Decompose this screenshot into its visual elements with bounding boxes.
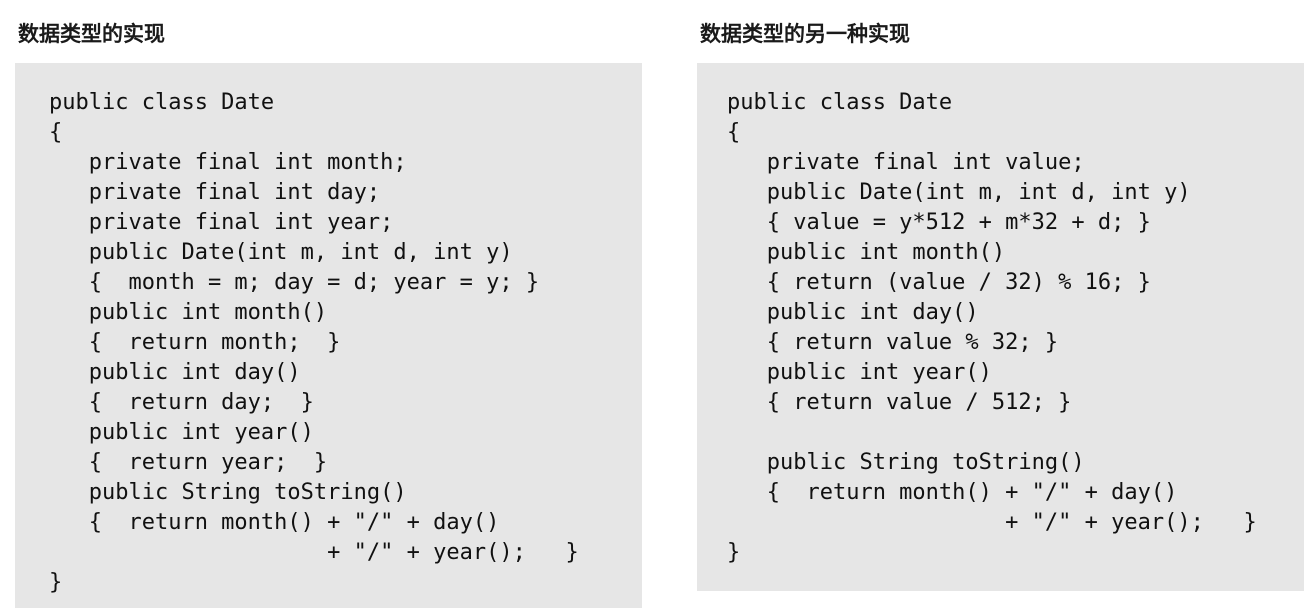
- code-line: public String toString(): [49, 480, 407, 505]
- code-line: {: [49, 120, 63, 145]
- code-line: private final int value;: [727, 150, 1085, 175]
- code-line: public String toString(): [727, 450, 1085, 475]
- code-line: { return day; }: [49, 390, 314, 415]
- right-code: public class Date { private final int va…: [727, 88, 1257, 568]
- code-line: { return month() + "/" + day(): [49, 510, 500, 535]
- code-line: public class Date: [727, 90, 953, 115]
- code-line: public Date(int m, int d, int y): [727, 180, 1191, 205]
- code-line: public int day(): [727, 300, 979, 325]
- code-line: { month = m; day = d; year = y; }: [49, 270, 540, 295]
- code-line: }: [49, 570, 63, 595]
- code-line: public int year(): [49, 420, 314, 445]
- code-line: public int day(): [49, 360, 301, 385]
- code-line: public int month(): [49, 300, 328, 325]
- code-line: { return year; }: [49, 450, 328, 475]
- code-line: { return (value / 32) % 16; }: [727, 270, 1151, 295]
- code-line: private final int month;: [49, 150, 407, 175]
- code-line: public int year(): [727, 360, 992, 385]
- code-line: { value = y*512 + m*32 + d; }: [727, 210, 1151, 235]
- code-line: public class Date: [49, 90, 275, 115]
- left-code-block: public class Date { private final int mo…: [15, 63, 642, 608]
- left-panel-title: 数据类型的实现: [18, 22, 165, 46]
- code-line: public int month(): [727, 240, 1006, 265]
- code-line: + "/" + year(); }: [49, 540, 579, 565]
- code-line: { return month() + "/" + day(): [727, 480, 1178, 505]
- code-line: private final int day;: [49, 180, 381, 205]
- code-line: { return value / 512; }: [727, 390, 1072, 415]
- code-line: + "/" + year(); }: [727, 510, 1257, 535]
- code-line: private final int year;: [49, 210, 394, 235]
- code-line: {: [727, 120, 741, 145]
- right-code-block: public class Date { private final int va…: [697, 63, 1304, 591]
- code-line: }: [727, 540, 741, 565]
- code-line: public Date(int m, int d, int y): [49, 240, 513, 265]
- code-line: { return value % 32; }: [727, 330, 1059, 355]
- code-line: { return month; }: [49, 330, 341, 355]
- left-code: public class Date { private final int mo…: [49, 88, 579, 598]
- right-panel-title: 数据类型的另一种实现: [700, 22, 910, 46]
